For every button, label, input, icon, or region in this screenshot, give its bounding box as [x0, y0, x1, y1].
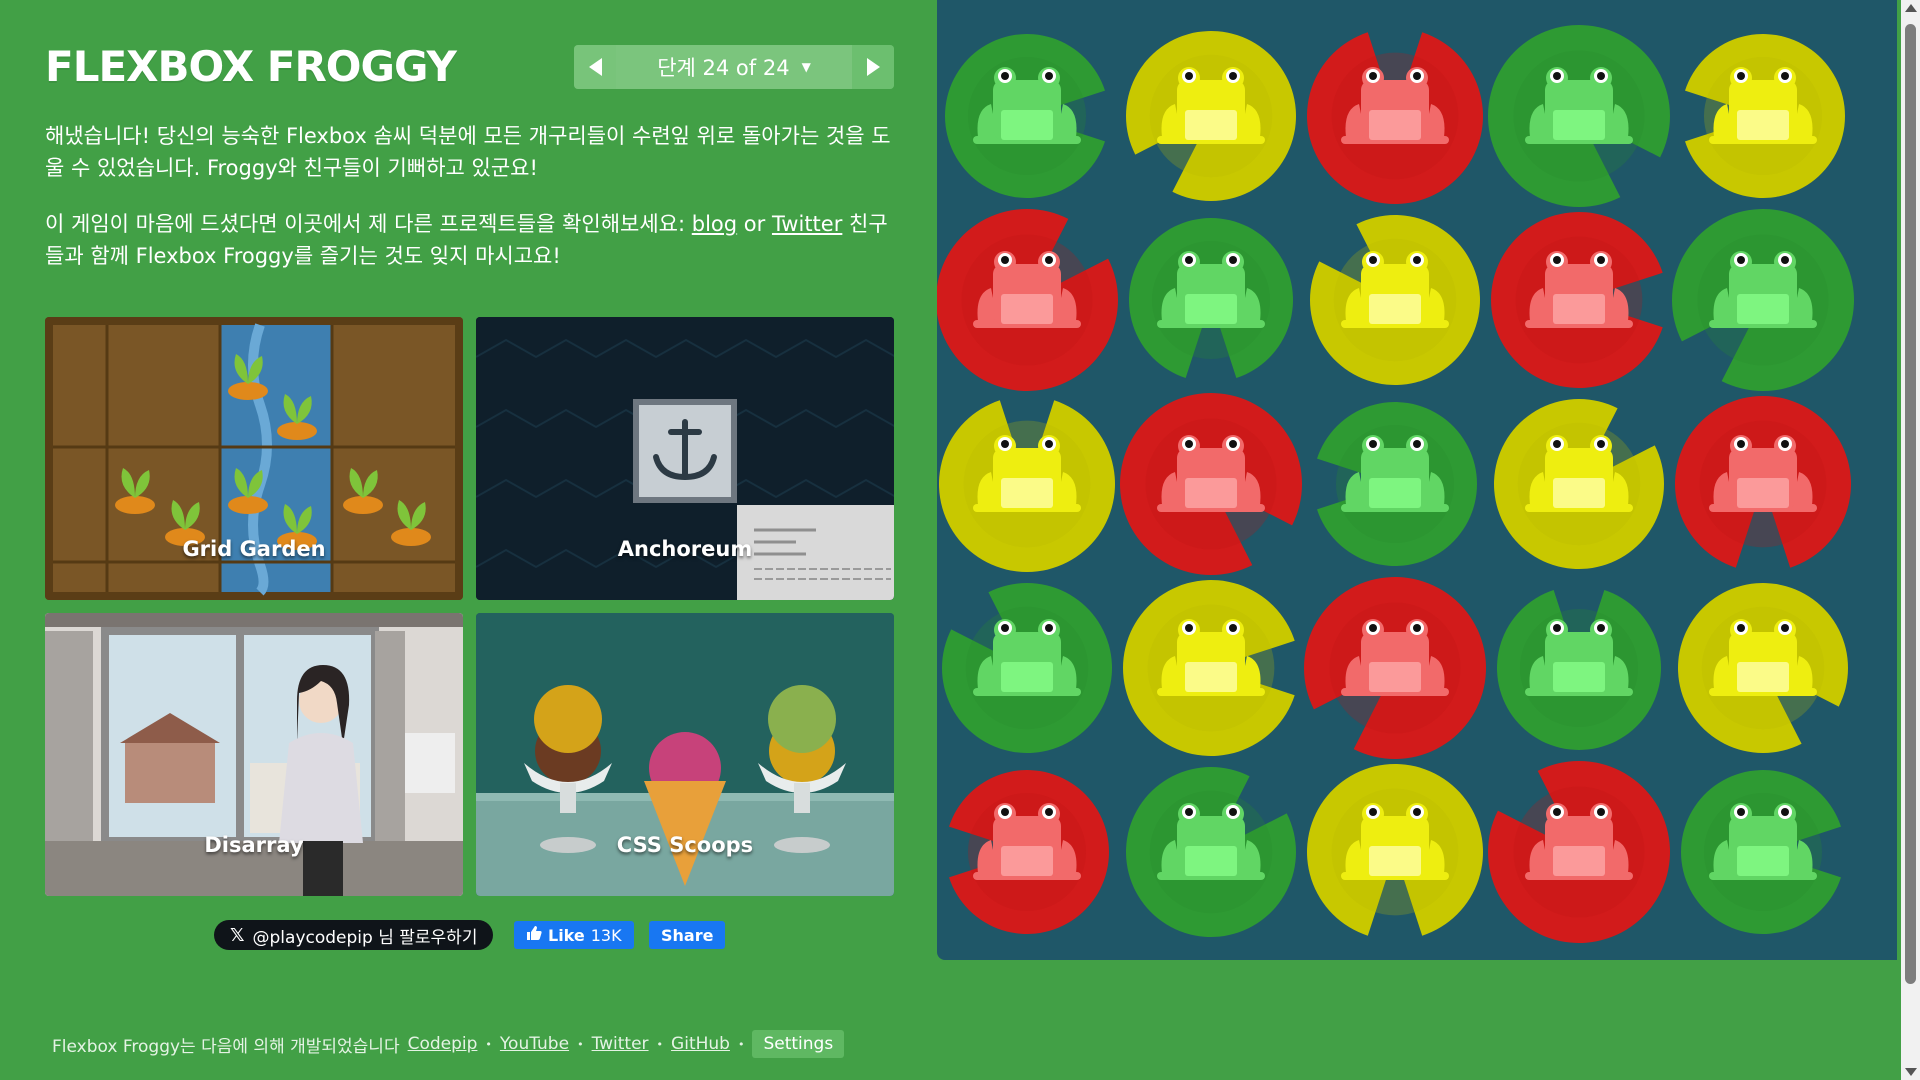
facebook-like-button[interactable]: Like 13K [514, 921, 634, 949]
completion-message: 해냈습니다! 당신의 능숙한 Flexbox 솜씨 덕분에 모든 개구리들이 수… [45, 124, 891, 180]
previous-level-button[interactable] [574, 45, 616, 89]
project-disarray[interactable]: Disarray [45, 613, 463, 896]
level-indicator: 단계 24 of 24 [657, 56, 790, 80]
app-title: FLEXBOX FROGGY [45, 42, 457, 91]
project-label: Disarray [204, 833, 304, 857]
footer-link-twitter[interactable]: Twitter [592, 1034, 649, 1054]
project-label: CSS Scoops [616, 833, 754, 857]
scrollbar-thumb[interactable] [1905, 24, 1916, 984]
footer-credit: Flexbox Froggy는 다음에 의해 개발되었습니다 [52, 1036, 400, 1057]
share-label: Share [661, 925, 714, 945]
scroll-down-icon[interactable] [1905, 1068, 1917, 1076]
project-label: Anchoreum [617, 537, 753, 561]
blog-link[interactable]: blog [692, 212, 737, 236]
x-logo-icon: 𝕏 [230, 924, 245, 946]
project-css-scoops[interactable]: CSS Scoops [476, 613, 894, 896]
level-dropdown[interactable]: 단계 24 of 24 ▼ [616, 45, 852, 89]
or-text: or [737, 212, 772, 236]
footer-link-codepip[interactable]: Codepip [408, 1034, 478, 1054]
caret-down-icon: ▼ [801, 60, 811, 74]
next-level-button[interactable] [852, 45, 894, 89]
x-follow-button[interactable]: 𝕏 @playcodepip 님 팔로우하기 [214, 920, 494, 950]
like-count: 13K [590, 925, 622, 945]
separator-dot: • [485, 1037, 492, 1051]
settings-button[interactable]: Settings [752, 1030, 845, 1058]
footer-link-github[interactable]: GitHub [671, 1034, 730, 1054]
level-navigator: 단계 24 of 24 ▼ [574, 45, 894, 89]
footer-link-youtube[interactable]: YouTube [500, 1034, 569, 1054]
twitter-link[interactable]: Twitter [772, 212, 842, 236]
page-scrollbar[interactable] [1901, 0, 1920, 1080]
footer: Flexbox Froggy는 다음에 의해 개발되었습니다 Codepip •… [52, 1030, 902, 1058]
separator-dot: • [737, 1037, 745, 1051]
facebook-share-button[interactable]: Share [649, 921, 726, 949]
separator-dot: • [656, 1037, 664, 1051]
x-follow-label: @playcodepip 님 팔로우하기 [252, 927, 478, 948]
social-buttons: 𝕏 @playcodepip 님 팔로우하기 Like 13K Share [45, 920, 895, 954]
projects-message: 이 게임이 마음에 드셨다면 이곳에서 제 다른 프로젝트들을 확인해보세요: … [45, 208, 895, 272]
pond-board [937, 24, 1854, 944]
separator-dot: • [577, 1037, 584, 1051]
project-grid-garden[interactable]: Grid Garden [45, 317, 463, 600]
project-label: Grid Garden [182, 537, 326, 561]
arrow-left-icon [588, 58, 602, 76]
game-board [937, 0, 1897, 960]
project-anchoreum[interactable]: Anchoreum [476, 317, 894, 600]
arrow-right-icon [866, 58, 880, 76]
scroll-up-icon[interactable] [1905, 4, 1917, 12]
projects-message-text: 이 게임이 마음에 드셨다면 이곳에서 제 다른 프로젝트들을 확인해보세요: [45, 212, 692, 236]
like-label: Like [548, 925, 585, 945]
thumbs-up-icon [526, 925, 542, 945]
